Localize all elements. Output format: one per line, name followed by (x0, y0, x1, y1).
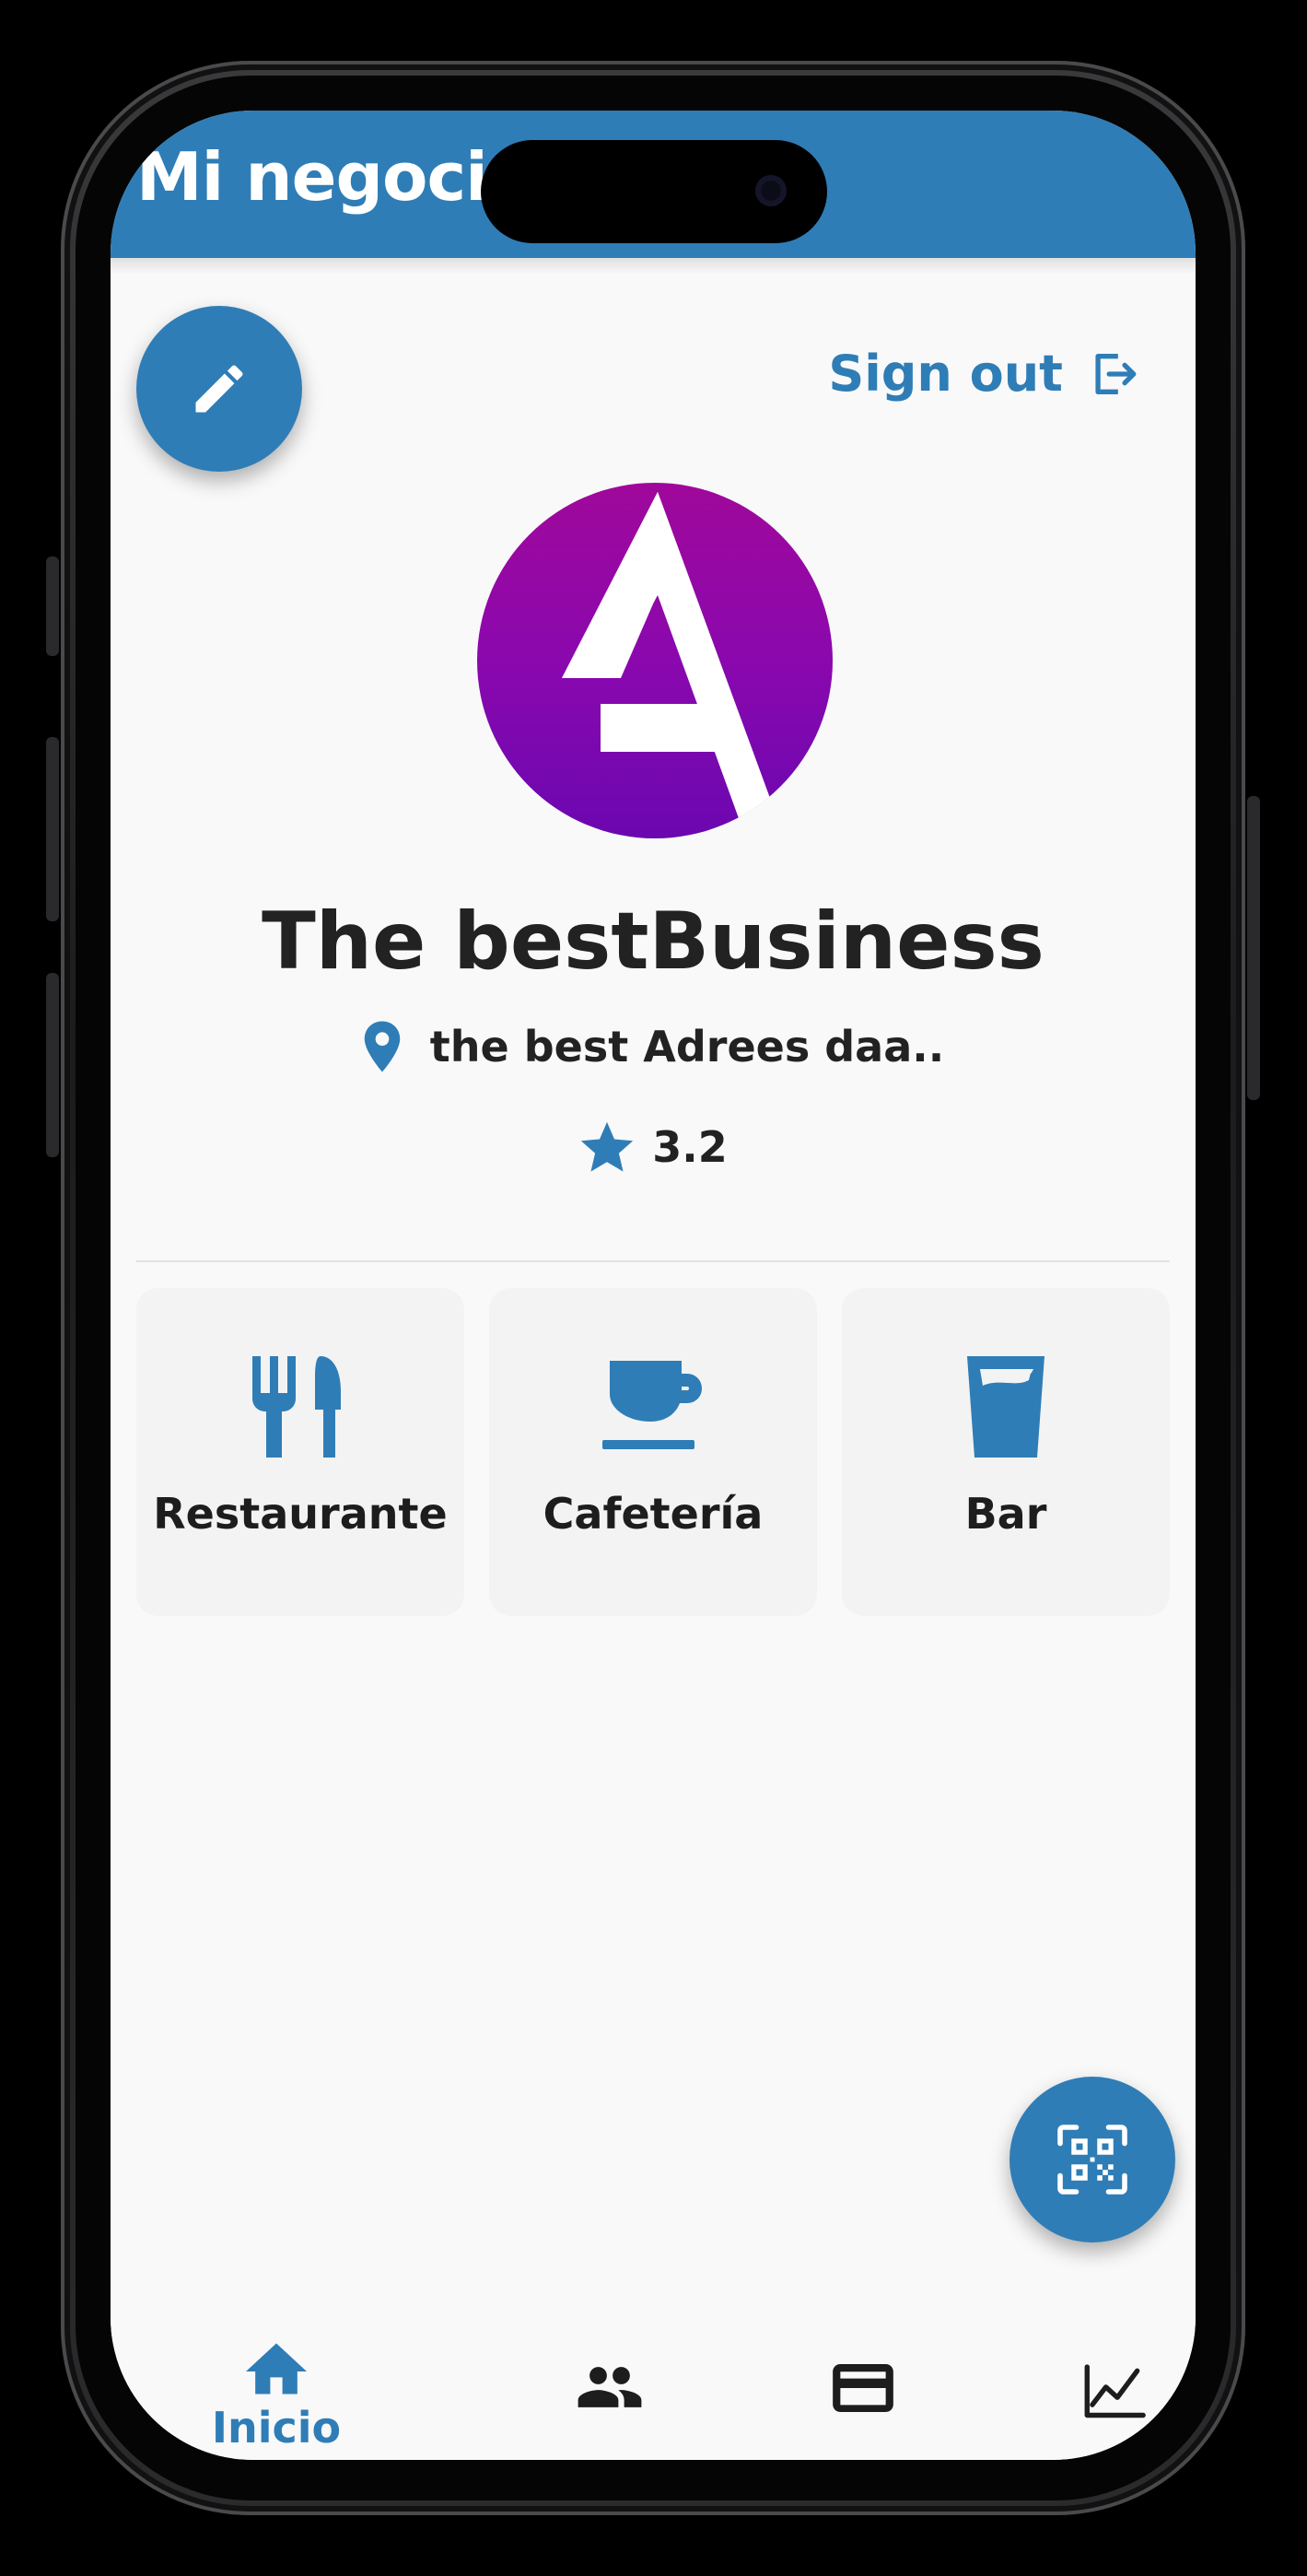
business-name: The bestBusiness (262, 896, 1044, 988)
nav-item-inicio[interactable]: Inicio (141, 2285, 412, 2460)
business-rating: 3.2 (652, 1122, 728, 1172)
app-title: Mi negocio (136, 138, 532, 216)
rating-row: 3.2 (111, 1118, 1196, 1176)
coffee-cup-icon (602, 1361, 702, 1449)
chart-line-icon (1084, 2364, 1146, 2418)
category-label: Restaurante (153, 1489, 448, 1539)
volume-up-button (46, 737, 59, 921)
nav-label-inicio: Inicio (211, 2403, 342, 2453)
business-logo (477, 483, 833, 838)
scan-qr-button[interactable] (1009, 2077, 1175, 2242)
fork-knife-icon (252, 1356, 341, 1458)
drink-glass-icon (967, 1356, 1044, 1458)
category-label: Cafetería (543, 1489, 764, 1539)
sign-out-button[interactable]: Sign out (828, 345, 1140, 403)
bottom-navigation: Inicio (111, 2285, 1196, 2460)
qr-scan-icon (1057, 2125, 1127, 2195)
home-icon (246, 2343, 307, 2395)
edit-business-button[interactable] (136, 306, 302, 472)
nav-item-payments[interactable] (728, 2285, 998, 2460)
category-restaurante[interactable]: Restaurante (136, 1288, 464, 1616)
action-button (46, 556, 59, 656)
category-label: Bar (964, 1489, 1047, 1539)
credit-card-icon (833, 2364, 893, 2412)
logout-icon (1095, 353, 1137, 394)
category-bar[interactable]: Bar (842, 1288, 1170, 1616)
category-cafeteria[interactable]: Cafetería (489, 1288, 817, 1616)
pencil-icon (195, 365, 243, 413)
dynamic-island (481, 140, 827, 243)
app-bar-shadow (111, 258, 1196, 275)
business-address: the best Adrees daa.. (429, 1022, 945, 1071)
sign-out-label: Sign out (828, 345, 1063, 403)
volume-down-button (46, 973, 59, 1157)
divider (136, 1260, 1170, 1262)
nav-item-clients[interactable] (474, 2285, 745, 2460)
nav-item-statistics[interactable] (979, 2285, 1196, 2460)
power-button (1247, 796, 1260, 1100)
camera-icon (755, 175, 787, 206)
location-pin-icon (364, 1021, 401, 1072)
app-screen: Mi negocio Sign out The bestBusiness the… (111, 111, 1196, 2460)
logo-letter-a-icon (562, 492, 785, 838)
people-icon (578, 2367, 642, 2407)
star-icon (581, 1121, 634, 1172)
address-row: the best Adrees daa.. (111, 1021, 1196, 1072)
category-list: Restaurante Cafetería Bar (136, 1288, 1170, 1616)
